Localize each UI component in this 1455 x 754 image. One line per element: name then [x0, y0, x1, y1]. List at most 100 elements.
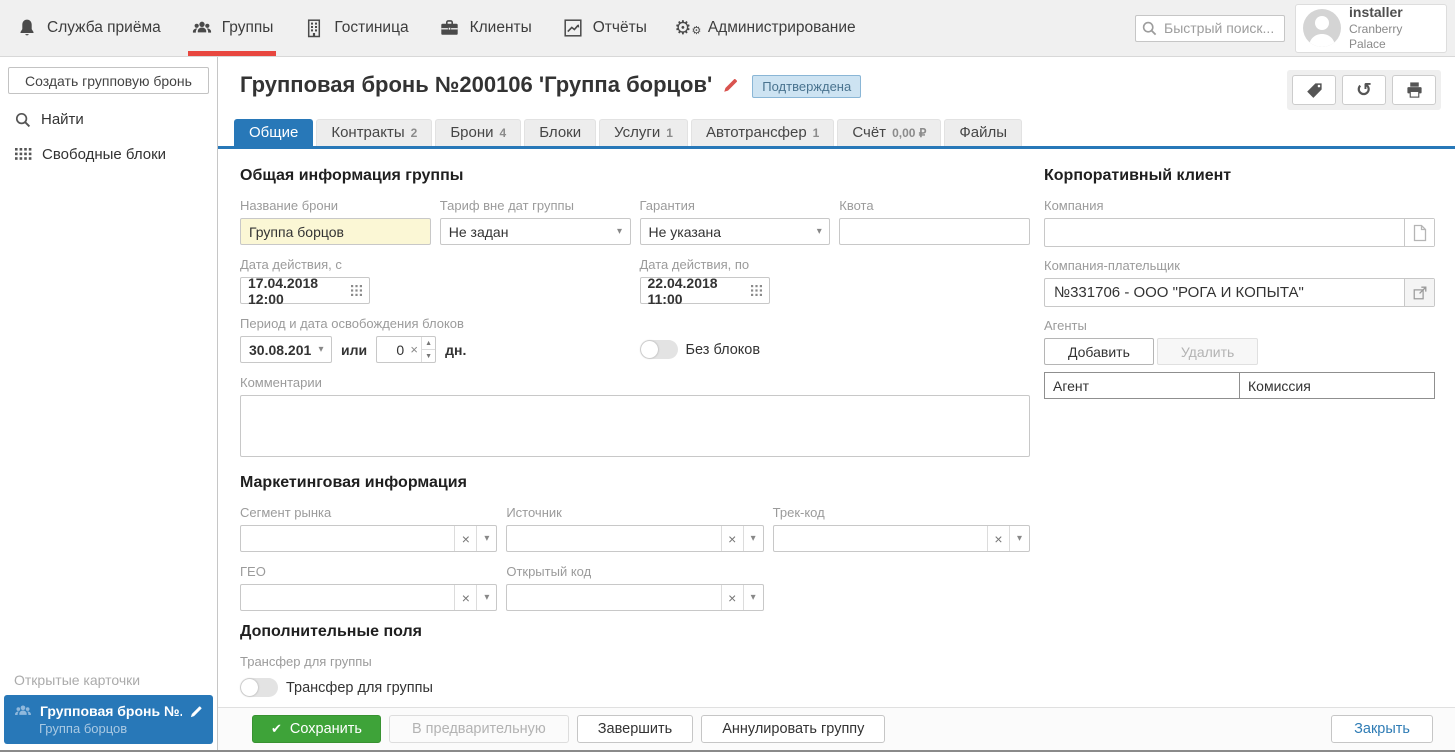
- chevron-down-icon[interactable]: ▾: [610, 219, 630, 244]
- nav-item-hotel[interactable]: Гостиница: [288, 0, 423, 56]
- spacer: [839, 257, 1030, 304]
- column-header-commission: Комиссия: [1240, 373, 1435, 399]
- track-code-combo[interactable]: × ▾: [773, 525, 1030, 552]
- open-card-subtitle: Группа борцов: [13, 721, 204, 736]
- clear-icon[interactable]: ×: [987, 526, 1009, 551]
- sidebar-item-find[interactable]: Найти: [0, 102, 217, 137]
- clear-icon[interactable]: ×: [721, 526, 743, 551]
- tab-services[interactable]: Услуги1: [599, 119, 688, 146]
- field-label: Дата действия, по: [640, 257, 831, 272]
- tab-invoice[interactable]: Счёт0,00 ₽: [837, 119, 941, 146]
- no-blocks-toggle[interactable]: [640, 340, 678, 359]
- pencil-icon[interactable]: [189, 704, 204, 719]
- sidebar: Создать групповую бронь Найти Свободные …: [0, 57, 218, 750]
- document-icon: [1412, 224, 1428, 242]
- guarantee-select[interactable]: Не указана ▾: [640, 218, 831, 245]
- booking-name-input[interactable]: [240, 218, 431, 245]
- clear-icon[interactable]: ×: [407, 337, 421, 362]
- column-header-agent: Агент: [1045, 373, 1240, 399]
- nav-item-groups[interactable]: Группы: [176, 0, 289, 56]
- field-comments: Комментарии: [240, 375, 1030, 460]
- action-bar: ✔ Сохранить В предварительную Завершить …: [218, 707, 1455, 750]
- chevron-down-icon[interactable]: ▾: [1009, 526, 1029, 551]
- field-label: Трек-код: [773, 505, 1030, 520]
- calendar-grid-icon[interactable]: [751, 285, 762, 296]
- chevron-down-icon[interactable]: ▾: [809, 219, 829, 244]
- release-days-stepper[interactable]: 0 × ▲ ▼: [376, 336, 436, 363]
- save-button[interactable]: ✔ Сохранить: [252, 715, 381, 743]
- agents-section: Агенты Добавить Удалить Агент Комиссия: [1044, 318, 1435, 399]
- open-code-combo[interactable]: × ▾: [506, 584, 763, 611]
- nav-item-administration[interactable]: ⚙⚙ Администрирование: [662, 0, 871, 56]
- sidebar-item-label: Свободные блоки: [42, 146, 166, 163]
- chevron-down-icon[interactable]: ▾: [476, 526, 496, 551]
- quick-search-input[interactable]: [1135, 15, 1285, 42]
- open-company-card-button[interactable]: [1404, 219, 1434, 246]
- user-menu[interactable]: installer Cranberry Palace: [1295, 4, 1447, 53]
- nav-item-clients[interactable]: Клиенты: [424, 0, 547, 56]
- print-button[interactable]: [1392, 75, 1436, 105]
- section-title-corporate: Корпоративный клиент: [1044, 167, 1435, 185]
- clear-icon[interactable]: ×: [454, 585, 476, 610]
- field-label: Гарантия: [640, 198, 831, 213]
- close-button[interactable]: Закрыть: [1331, 715, 1433, 743]
- status-badge: Подтверждена: [752, 75, 861, 98]
- selected-value: 30.08.2018: [241, 342, 311, 358]
- date-from-input[interactable]: 17.04.2018 12:00: [240, 277, 370, 304]
- chevron-down-icon[interactable]: ▾: [743, 585, 763, 610]
- user-property: Cranberry Palace: [1349, 22, 1439, 52]
- tab-bookings[interactable]: Брони4: [435, 119, 521, 146]
- chevron-down-icon[interactable]: ▾: [311, 337, 331, 362]
- tab-files[interactable]: Файлы: [944, 119, 1022, 146]
- release-date-select[interactable]: 30.08.2018 ▾: [240, 336, 332, 363]
- tab-autotransfer[interactable]: Автотрансфер1: [691, 119, 834, 146]
- quota-input[interactable]: [839, 218, 1030, 245]
- tab-contracts[interactable]: Контракты2: [316, 119, 432, 146]
- add-agent-button[interactable]: Добавить: [1044, 338, 1154, 365]
- date-to-input[interactable]: 22.04.2018 11:00: [640, 277, 770, 304]
- chart-icon: [562, 17, 584, 39]
- open-card-group-booking[interactable]: Групповая бронь №... Группа борцов: [4, 695, 213, 744]
- group-transfer-toggle[interactable]: [240, 678, 278, 697]
- payer-value[interactable]: №331706 - ООО "РОГА И КОПЫТА": [1045, 279, 1404, 306]
- tab-general[interactable]: Общие: [234, 119, 313, 146]
- nav-item-front-desk[interactable]: Служба приёма: [0, 0, 176, 56]
- field-company: Компания: [1044, 198, 1435, 247]
- clear-icon[interactable]: ×: [721, 585, 743, 610]
- step-up-icon[interactable]: ▲: [422, 337, 435, 350]
- agents-table: Агент Комиссия: [1044, 372, 1435, 399]
- history-button[interactable]: ↺: [1342, 75, 1386, 105]
- comments-textarea[interactable]: [240, 395, 1030, 457]
- market-segment-combo[interactable]: × ▾: [240, 525, 497, 552]
- tags-button[interactable]: [1292, 75, 1336, 105]
- chevron-down-icon[interactable]: ▾: [743, 526, 763, 551]
- finish-button[interactable]: Завершить: [577, 715, 693, 743]
- nav-label: Группы: [222, 19, 274, 37]
- grid-icon: [15, 148, 32, 161]
- source-combo[interactable]: × ▾: [506, 525, 763, 552]
- edit-title-pencil-icon[interactable]: [722, 76, 740, 94]
- field-track-code: Трек-код × ▾: [773, 505, 1030, 552]
- field-label: ГЕО: [240, 564, 497, 579]
- field-group-transfer: Трансфер для группы Трансфер для группы: [240, 654, 1030, 701]
- quick-search: [1135, 15, 1285, 42]
- sidebar-item-free-blocks[interactable]: Свободные блоки: [0, 137, 217, 172]
- bell-icon: [16, 17, 38, 39]
- nav-item-reports[interactable]: Отчёты: [547, 0, 662, 56]
- annul-group-button[interactable]: Аннулировать группу: [701, 715, 885, 743]
- geo-combo[interactable]: × ▾: [240, 584, 497, 611]
- tariff-select[interactable]: Не задан ▾: [440, 218, 631, 245]
- field-label: Компания: [1044, 198, 1435, 213]
- field-date-to: Дата действия, по 22.04.2018 11:00: [640, 257, 831, 304]
- step-down-icon[interactable]: ▼: [422, 350, 435, 362]
- nav-label: Гостиница: [334, 19, 408, 37]
- gears-icon: ⚙⚙: [677, 17, 699, 39]
- create-group-booking-button[interactable]: Создать групповую бронь: [8, 67, 209, 94]
- clear-icon[interactable]: ×: [454, 526, 476, 551]
- chevron-down-icon[interactable]: ▾: [476, 585, 496, 610]
- calendar-grid-icon[interactable]: [351, 285, 362, 296]
- toggle-knob: [641, 341, 658, 358]
- tab-blocks[interactable]: Блоки: [524, 119, 596, 146]
- company-value[interactable]: [1045, 219, 1404, 246]
- open-payer-card-button[interactable]: [1404, 279, 1434, 306]
